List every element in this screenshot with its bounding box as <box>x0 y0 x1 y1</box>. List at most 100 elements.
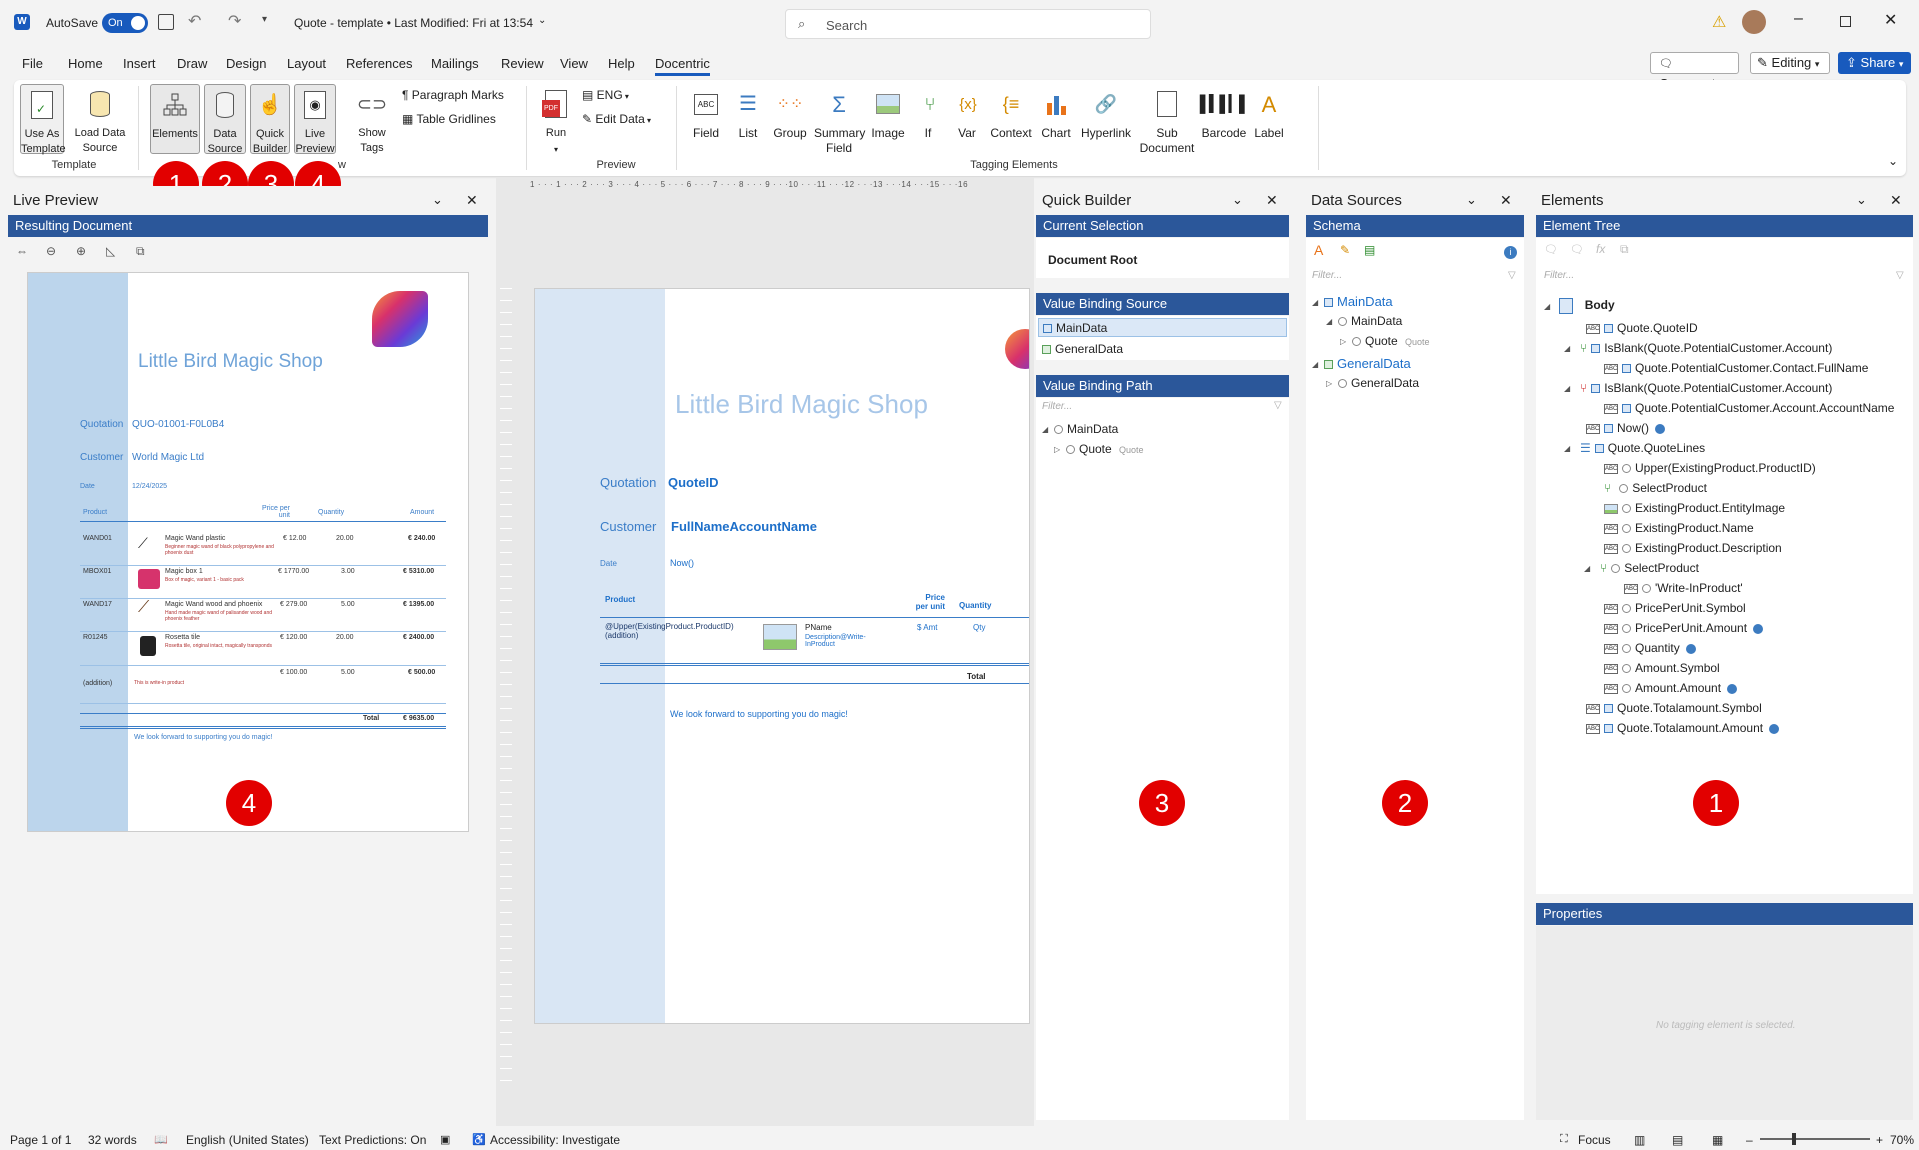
redo-icon[interactable]: ↷ <box>228 11 241 31</box>
tab-references[interactable]: References <box>346 56 412 71</box>
run-button[interactable]: PDF Run ▾ <box>538 86 574 157</box>
schema-item-maindata[interactable]: ◢ MainData <box>1312 294 1393 309</box>
description-tag[interactable]: Description@Write-InProduct <box>805 634 885 648</box>
zoom-out-icon[interactable]: ⊖ <box>46 244 56 258</box>
schema-item-maindata-child[interactable]: ◢ MainData <box>1326 314 1402 328</box>
zoom-out-icon[interactable]: – <box>1746 1133 1753 1147</box>
avatar[interactable] <box>1742 10 1766 34</box>
tree-item[interactable]: ABC Amount.Symbol <box>1604 661 1720 675</box>
autosave-toggle[interactable]: On <box>102 13 148 33</box>
live-preview-button[interactable]: ◉ Live Preview <box>294 84 336 155</box>
data-source-button[interactable]: Data Source <box>204 84 246 155</box>
copy-icon[interactable]: ⧉ <box>1620 242 1629 257</box>
customize-qat-icon[interactable]: ▾ <box>262 14 267 25</box>
tree-item[interactable]: ABC Quote.Totalamount.Symbol <box>1586 701 1762 715</box>
tree-item[interactable]: ABC PricePerUnit.Amount <box>1604 621 1764 635</box>
tree-item[interactable]: ◢ ⑂ SelectProduct <box>1584 561 1699 575</box>
comment-toolbar-icon[interactable]: 🗨 <box>1544 243 1558 256</box>
tab-help[interactable]: Help <box>608 56 635 71</box>
tab-insert[interactable]: Insert <box>123 56 156 71</box>
quick-builder-button[interactable]: ☝ Quick Builder <box>250 84 290 155</box>
schema-item-generaldata-child[interactable]: ▷ GeneralData <box>1326 376 1419 390</box>
path-filter-input[interactable]: Filter... <box>1042 401 1072 412</box>
zoom-level[interactable]: 70% <box>1890 1133 1914 1147</box>
accessibility-icon[interactable]: ♿ <box>472 1133 486 1146</box>
close-pane-icon[interactable]: ✕ <box>1500 192 1512 209</box>
editing-mode-button[interactable]: ✎ Editing ▾ <box>1750 52 1830 74</box>
zoom-in-icon[interactable]: ⊕ <box>76 244 86 258</box>
customer-name-tag[interactable]: FullNameAccountName <box>671 519 817 534</box>
tree-item[interactable]: ABC ExistingProduct.Description <box>1604 541 1782 555</box>
collapse-ribbon-icon[interactable]: ⌄ <box>1888 154 1898 168</box>
tree-item[interactable]: ◢ ☰ Quote.QuoteLines <box>1564 441 1705 455</box>
tree-item[interactable]: ◢ ⑂ IsBlank(Quote.PotentialCustomer.Accoun… <box>1564 341 1832 355</box>
read-mode-icon[interactable]: ▥ <box>1634 1133 1645 1147</box>
tree-item[interactable]: ExistingProduct.EntityImage <box>1604 501 1785 515</box>
barcode-button[interactable]: ▌▍▌▎▌ Barcode <box>1200 86 1251 141</box>
open-external-icon[interactable]: ⧉ <box>136 244 145 259</box>
summary-field-button[interactable]: Σ Summary Field <box>814 86 865 156</box>
quantity-tag[interactable]: Qty <box>973 623 985 632</box>
document-page[interactable]: Little Bird Magic Shop Quotation QuoteID… <box>534 288 1030 1024</box>
tree-item[interactable]: ABC Quote.Totalamount.Amount <box>1586 721 1780 735</box>
macro-icon[interactable]: ▣ <box>440 1133 450 1146</box>
text-predictions-status[interactable]: Text Predictions: On <box>319 1133 426 1147</box>
focus-label[interactable]: Focus <box>1578 1133 1611 1147</box>
tab-design[interactable]: Design <box>226 56 266 71</box>
close-pane-icon[interactable]: ✕ <box>1890 192 1902 209</box>
tab-review[interactable]: Review <box>501 56 544 71</box>
zoom-in-icon[interactable]: + <box>1876 1133 1883 1147</box>
undo-icon[interactable]: ↶ <box>188 11 201 31</box>
language-dropdown[interactable]: ▤ ENG ▾ <box>582 88 629 102</box>
close-pane-icon[interactable]: ✕ <box>466 192 478 209</box>
tree-item[interactable]: ABC Upper(ExistingProduct.ProductID) <box>1604 461 1816 475</box>
tree-item[interactable]: ABC Amount.Amount <box>1604 681 1738 695</box>
zoom-slider-thumb[interactable] <box>1792 1133 1796 1145</box>
use-as-template-button[interactable]: ✓ Use As Template <box>20 84 66 155</box>
schema-item-generaldata[interactable]: ◢ GeneralData <box>1312 356 1411 371</box>
source-maindata[interactable]: MainData <box>1038 318 1287 337</box>
table-gridlines-button[interactable]: ▦ Table Gridlines <box>402 112 496 126</box>
filter-icon[interactable]: ▽ <box>1508 270 1516 281</box>
pane-options-icon[interactable]: ⌄ <box>1466 192 1477 208</box>
vertical-ruler[interactable] <box>500 288 512 1088</box>
tree-item[interactable]: ABC 'Write-InProduct' <box>1624 581 1743 595</box>
page-count[interactable]: Page 1 of 1 <box>10 1133 71 1147</box>
tree-item[interactable]: ◢ ⑂ IsBlank(Quote.PotentialCustomer.Accoun… <box>1564 381 1832 395</box>
product-id-tag[interactable]: @Upper(ExistingProduct.ProductID) (addit… <box>605 622 755 640</box>
document-title[interactable]: Quote - template • Last Modified: Fri at… <box>294 16 533 30</box>
warning-icon[interactable]: ⚠ <box>1712 12 1726 32</box>
proofing-icon[interactable]: 📖 <box>154 1133 168 1146</box>
filter-icon[interactable]: ▽ <box>1896 270 1904 281</box>
function-icon[interactable]: fx <box>1596 242 1605 256</box>
amount-tag[interactable]: $ Amt <box>917 623 937 632</box>
context-button[interactable]: {≡ Context <box>988 86 1034 141</box>
paragraph-marks-button[interactable]: ¶ Paragraph Marks <box>402 88 504 102</box>
tree-item[interactable]: ABC PricePerUnit.Symbol <box>1604 601 1746 615</box>
zoom-slider[interactable] <box>1760 1133 1870 1145</box>
product-name-tag[interactable]: PName <box>805 623 832 632</box>
tab-home[interactable]: Home <box>68 56 103 71</box>
field-button[interactable]: ABC Field <box>686 86 726 141</box>
tab-mailings[interactable]: Mailings <box>431 56 479 71</box>
tab-layout[interactable]: Layout <box>287 56 326 71</box>
tree-item[interactable]: ABC Quantity <box>1604 641 1696 655</box>
restore-icon[interactable] <box>1840 16 1851 27</box>
list-button[interactable]: ☰ List <box>730 86 766 141</box>
quote-id-tag[interactable]: QuoteID <box>668 475 719 490</box>
var-button[interactable]: {x} Var <box>950 86 984 141</box>
hyperlink-button[interactable]: 🔗 Hyperlink <box>1078 86 1134 141</box>
share-button[interactable]: ⇪ Share ▾ <box>1838 52 1911 74</box>
pane-options-icon[interactable]: ⌄ <box>1856 192 1867 208</box>
schema-filter-input[interactable]: Filter... <box>1312 270 1342 281</box>
info-icon[interactable]: i <box>1504 246 1517 259</box>
filter-icon[interactable]: ▽ <box>1274 400 1282 411</box>
path-item-maindata[interactable]: ◢ MainData <box>1042 422 1118 436</box>
tree-item[interactable]: ABC ExistingProduct.Name <box>1604 521 1754 535</box>
element-filter-input[interactable]: Filter... <box>1544 270 1574 281</box>
tab-draw[interactable]: Draw <box>177 56 207 71</box>
comments-button[interactable]: 🗨 Comments <box>1650 52 1739 91</box>
date-tag[interactable]: Now() <box>670 558 694 568</box>
edit-schema-icon[interactable]: ✎ <box>1340 243 1350 257</box>
print-layout-icon[interactable]: ▤ <box>1672 1133 1683 1147</box>
